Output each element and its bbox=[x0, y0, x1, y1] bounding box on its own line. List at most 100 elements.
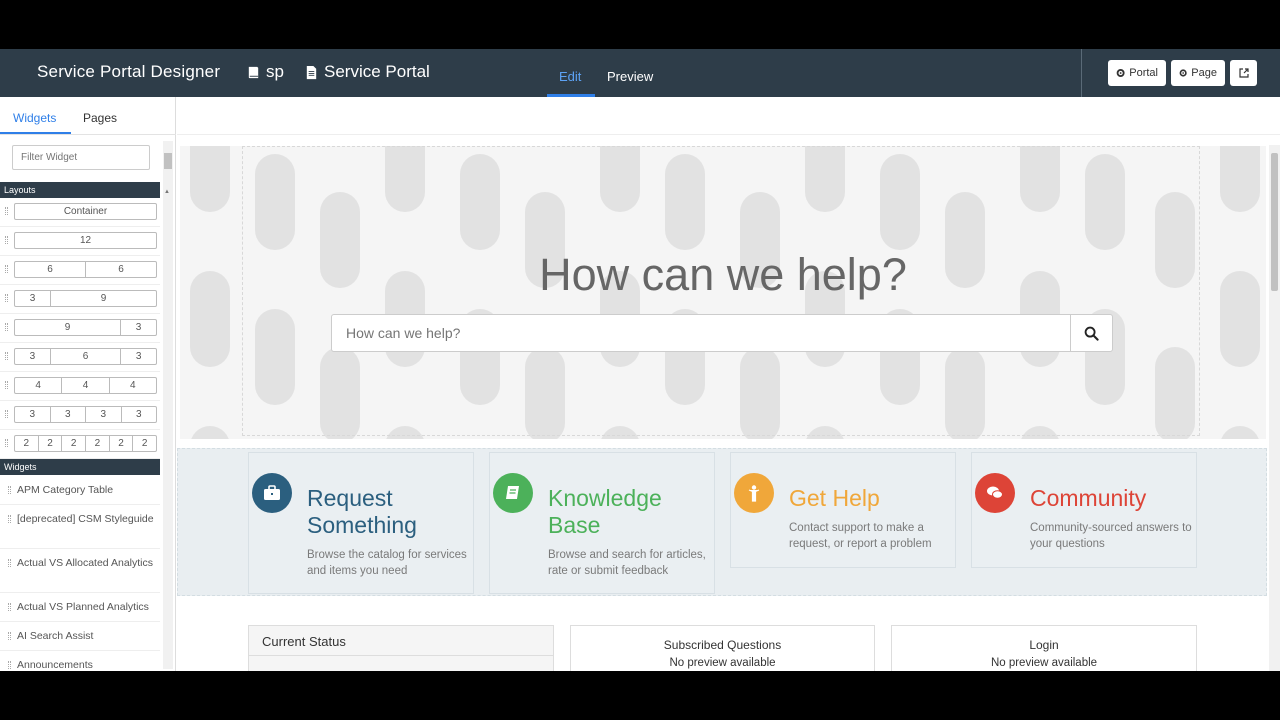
card-title: Request Something bbox=[307, 485, 417, 538]
portal-settings-button[interactable]: Portal bbox=[1108, 60, 1166, 86]
tab-pages[interactable]: Pages bbox=[83, 111, 117, 125]
card-description: Browse the catalog for services and item… bbox=[307, 549, 467, 577]
hero-title: How can we help? bbox=[539, 249, 907, 300]
login-panel[interactable]: Login No preview available bbox=[891, 625, 1197, 671]
sidebar-scroll-thumb[interactable] bbox=[164, 153, 172, 169]
drag-handle-icon bbox=[5, 410, 8, 418]
scroll-up-arrow-icon[interactable]: ▲ bbox=[164, 189, 170, 195]
drag-handle-icon bbox=[8, 603, 11, 612]
layout-preview: 93 bbox=[14, 319, 157, 336]
card-icon-circle bbox=[975, 473, 1015, 513]
layout-item[interactable]: 3333 bbox=[0, 401, 160, 430]
background-pill bbox=[190, 146, 230, 212]
search-button[interactable] bbox=[1070, 315, 1112, 351]
layout-preview: 12 bbox=[14, 232, 157, 249]
layout-column: 2 bbox=[132, 436, 156, 451]
widget-label: [deprecated] CSM Styleguide bbox=[17, 513, 154, 525]
layout-column: Container bbox=[63, 206, 108, 217]
card-description: Community-sourced answers to your questi… bbox=[1030, 522, 1192, 550]
widget-label: Actual VS Allocated Analytics bbox=[17, 557, 153, 569]
layout-column: 4 bbox=[35, 380, 41, 391]
layout-column: 9 bbox=[50, 291, 156, 306]
file-icon bbox=[306, 65, 317, 79]
widget-item[interactable]: Actual VS Allocated Analytics bbox=[0, 549, 160, 593]
sidebar-scrollbar[interactable] bbox=[163, 141, 173, 669]
drag-handle-icon bbox=[5, 381, 8, 389]
layout-item[interactable]: 222222 bbox=[0, 430, 160, 459]
current-status-panel[interactable]: Current Status bbox=[248, 625, 554, 671]
widget-label: AI Search Assist bbox=[17, 630, 94, 642]
layout-column: 4 bbox=[61, 378, 108, 393]
card-knowledge-base[interactable]: Knowledge Base Browse and search for art… bbox=[489, 452, 715, 594]
filter-widget-input[interactable] bbox=[12, 145, 150, 170]
search-input[interactable] bbox=[332, 315, 1070, 351]
layout-preview: 3333 bbox=[14, 406, 157, 423]
person-icon bbox=[748, 485, 760, 502]
drag-handle-icon bbox=[8, 559, 11, 568]
external-link-icon bbox=[1238, 68, 1249, 78]
background-pill bbox=[1220, 426, 1260, 439]
canvas-scroll-thumb[interactable] bbox=[1271, 153, 1278, 291]
widgets-section-header: Widgets bbox=[0, 459, 160, 475]
widget-item[interactable]: APM Category Table bbox=[0, 476, 160, 505]
layout-column: 6 bbox=[47, 264, 53, 275]
widget-item[interactable]: AI Search Assist bbox=[0, 622, 160, 651]
drag-handle-icon bbox=[5, 207, 8, 215]
open-external-button[interactable] bbox=[1230, 60, 1257, 86]
page-canvas: How can we help? Request Something Brows… bbox=[177, 97, 1280, 671]
card-get-help[interactable]: Get Help Contact support to make a reque… bbox=[730, 452, 956, 568]
widget-item[interactable]: Actual VS Planned Analytics bbox=[0, 593, 160, 622]
panel-title: Login bbox=[1029, 638, 1059, 652]
preview-tab[interactable]: Preview bbox=[607, 69, 653, 84]
layout-preview: 39 bbox=[14, 290, 157, 307]
background-pill bbox=[1220, 146, 1260, 212]
card-icon-circle bbox=[252, 473, 292, 513]
book-icon bbox=[248, 66, 259, 78]
layout-item[interactable]: 39 bbox=[0, 285, 160, 314]
layout-item[interactable]: 444 bbox=[0, 372, 160, 401]
card-description: Browse and search for articles, rate or … bbox=[548, 549, 706, 577]
layout-item[interactable]: 363 bbox=[0, 343, 160, 372]
canvas-top-drop-zone[interactable] bbox=[177, 97, 1280, 135]
no-preview-text: No preview available bbox=[990, 657, 1098, 669]
widget-item[interactable]: [deprecated] CSM Styleguide bbox=[0, 505, 160, 549]
layout-item[interactable]: 93 bbox=[0, 314, 160, 343]
layout-column: 3 bbox=[120, 320, 156, 335]
layout-column: 3 bbox=[49, 407, 86, 422]
portal-crumb-label: sp bbox=[266, 62, 284, 81]
drag-handle-icon bbox=[5, 439, 8, 447]
tab-active-underline bbox=[0, 132, 71, 134]
no-preview-text: No preview available bbox=[669, 657, 776, 669]
layout-preview: Container bbox=[14, 203, 157, 220]
widget-label: Actual VS Planned Analytics bbox=[17, 601, 149, 613]
card-icon-circle bbox=[734, 473, 774, 513]
drag-handle-icon bbox=[5, 265, 8, 273]
app-window: Service Portal Designer sp Service Porta… bbox=[0, 49, 1280, 671]
page-crumb[interactable]: Service Portal bbox=[304, 62, 430, 82]
layout-item[interactable]: 12 bbox=[0, 227, 160, 256]
layout-column: 6 bbox=[85, 262, 156, 277]
book-icon bbox=[506, 486, 519, 499]
widget-label: Announcements bbox=[17, 659, 93, 671]
layout-item[interactable]: Container bbox=[0, 198, 160, 227]
drag-handle-icon bbox=[5, 323, 8, 331]
tab-baseline bbox=[0, 134, 176, 135]
drag-handle-icon bbox=[5, 352, 8, 360]
page-settings-button[interactable]: Page bbox=[1171, 60, 1225, 86]
widget-item[interactable]: Announcements bbox=[0, 651, 160, 671]
portal-crumb[interactable]: sp bbox=[246, 62, 284, 82]
tab-widgets[interactable]: Widgets bbox=[13, 111, 56, 125]
page-crumb-label: Service Portal bbox=[324, 62, 430, 81]
header-divider bbox=[1081, 49, 1082, 97]
layout-column: 3 bbox=[29, 351, 36, 362]
subscribed-questions-panel[interactable]: Subscribed Questions No preview availabl… bbox=[570, 625, 875, 671]
background-pill bbox=[190, 426, 230, 439]
layout-item[interactable]: 66 bbox=[0, 256, 160, 285]
edit-tab[interactable]: Edit bbox=[559, 69, 581, 84]
card-request-something[interactable]: Request Something Browse the catalog for… bbox=[248, 452, 474, 594]
drag-handle-icon bbox=[8, 515, 11, 524]
card-community[interactable]: Community Community-sourced answers to y… bbox=[971, 452, 1197, 568]
homepage-search-hero[interactable]: How can we help? bbox=[180, 146, 1266, 439]
layout-column: 3 bbox=[29, 409, 36, 420]
drag-handle-icon bbox=[8, 486, 11, 495]
